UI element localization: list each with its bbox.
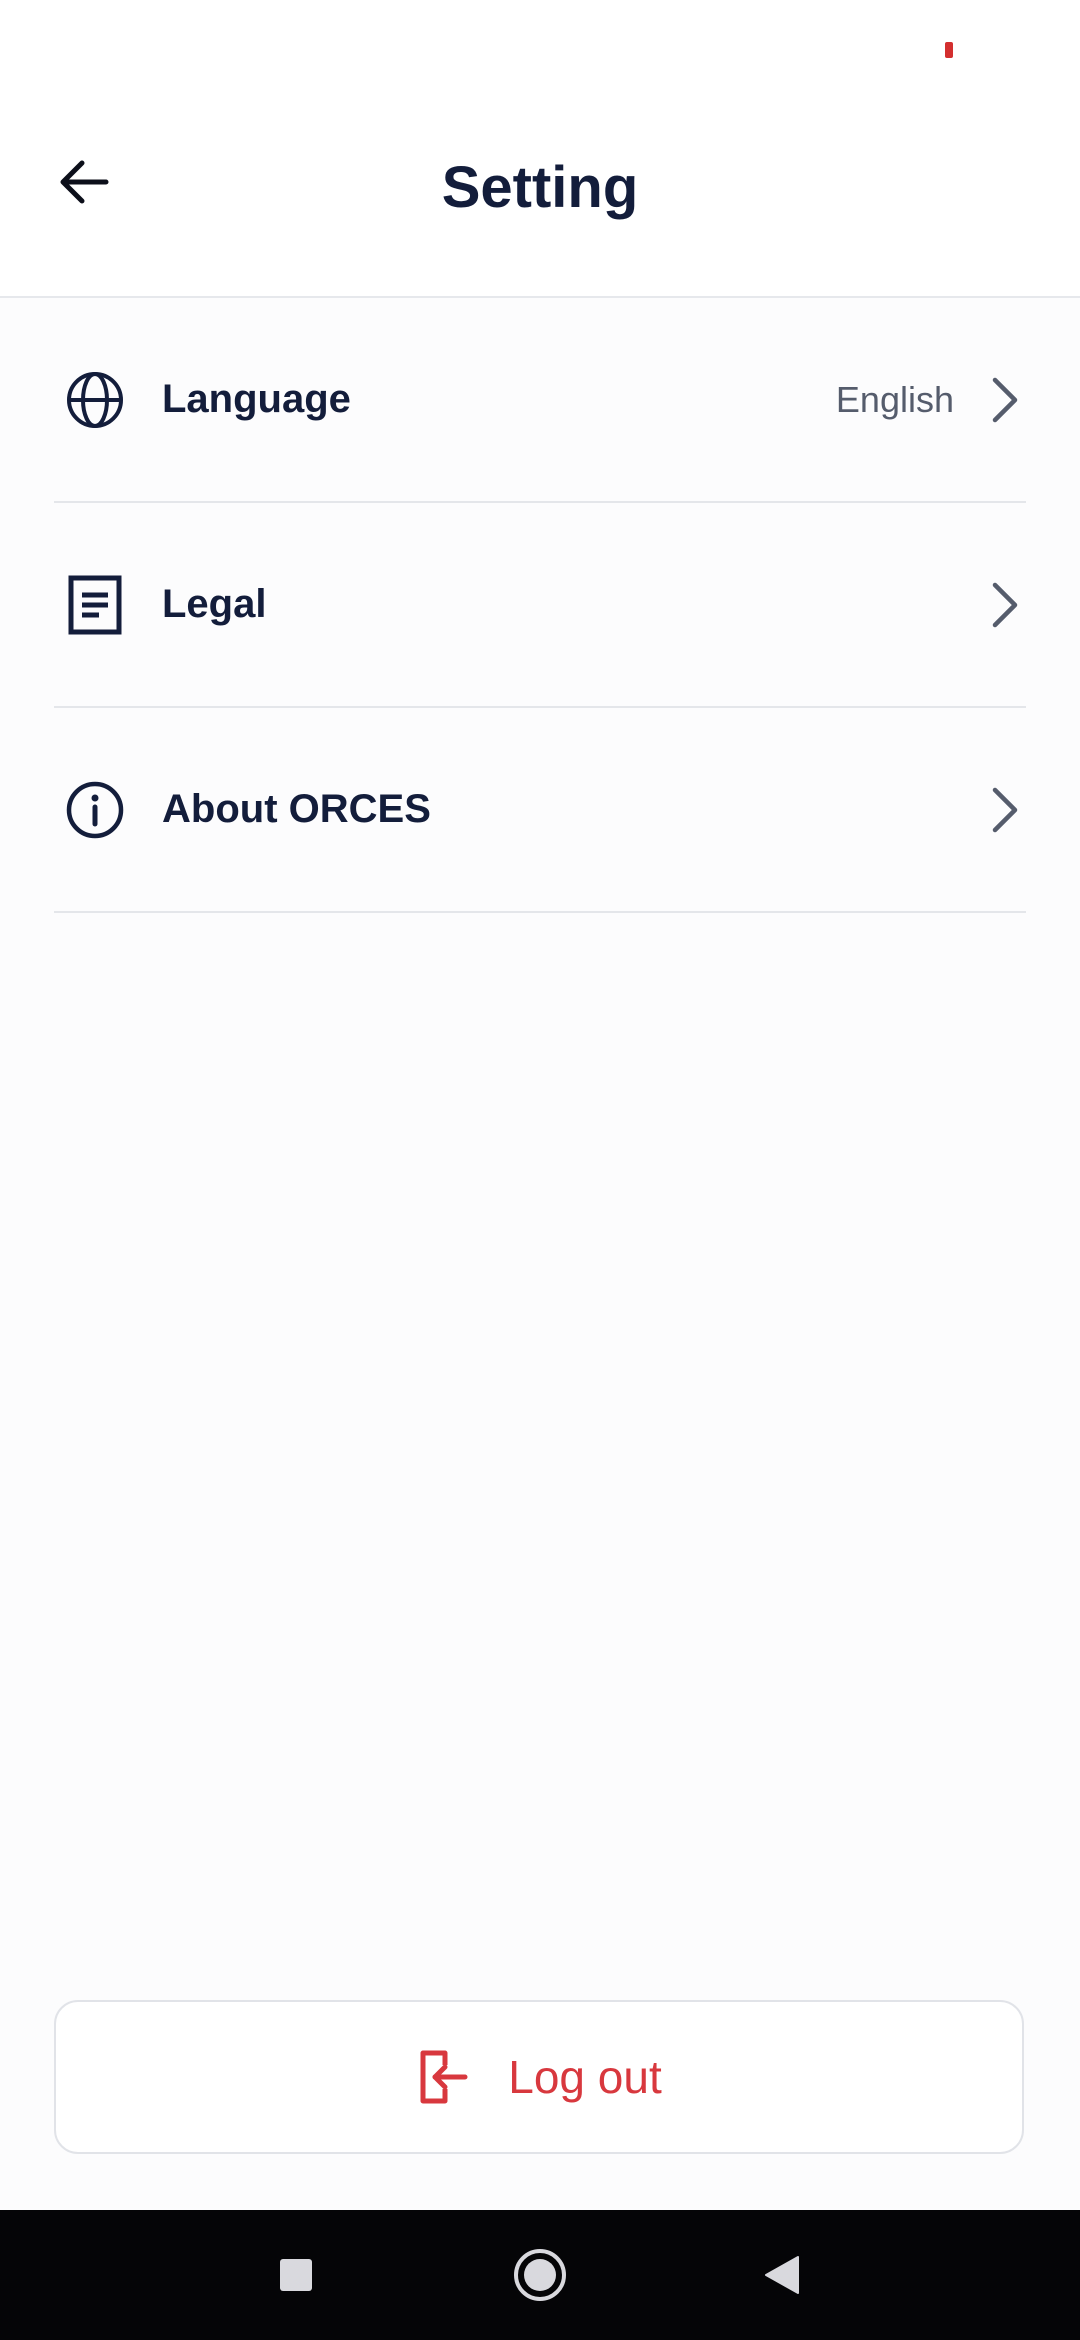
settings-item-language[interactable]: Language English: [54, 298, 1026, 503]
settings-item-about[interactable]: About ORCES: [54, 708, 1026, 913]
recents-button[interactable]: [266, 2245, 326, 2305]
status-indicator: [945, 42, 953, 58]
chevron-right-icon: [984, 370, 1024, 430]
settings-item-legal[interactable]: Legal: [54, 503, 1026, 708]
home-button[interactable]: [510, 2245, 570, 2305]
arrow-left-icon: [60, 160, 109, 204]
settings-item-label: About ORCES: [162, 787, 431, 831]
settings-item-label: Language: [162, 377, 351, 421]
document-icon: [58, 568, 132, 642]
chevron-right-icon: [984, 780, 1024, 840]
square-icon: [280, 2259, 312, 2291]
page-title: Setting: [441, 155, 639, 220]
logout-icon: [416, 2047, 472, 2107]
status-bar: [0, 0, 1080, 100]
system-navigation-bar: [0, 2210, 1080, 2340]
chevron-right-icon: [984, 575, 1024, 635]
logout-button[interactable]: Log out: [54, 2000, 1024, 2154]
globe-icon: [58, 363, 132, 437]
settings-list: Language English Legal About ORCES: [0, 298, 1080, 913]
home-circle-icon: [514, 2249, 566, 2301]
app-header: Setting: [0, 100, 1080, 298]
back-button[interactable]: [44, 142, 124, 222]
settings-screen: Setting Language English Legal About ORC…: [0, 0, 1080, 2340]
back-nav-button[interactable]: [752, 2245, 812, 2305]
settings-item-label: Legal: [162, 582, 267, 626]
info-icon: [58, 773, 132, 847]
logout-label: Log out: [508, 2051, 662, 2103]
language-value: English: [835, 378, 954, 420]
triangle-back-icon: [765, 2256, 799, 2294]
